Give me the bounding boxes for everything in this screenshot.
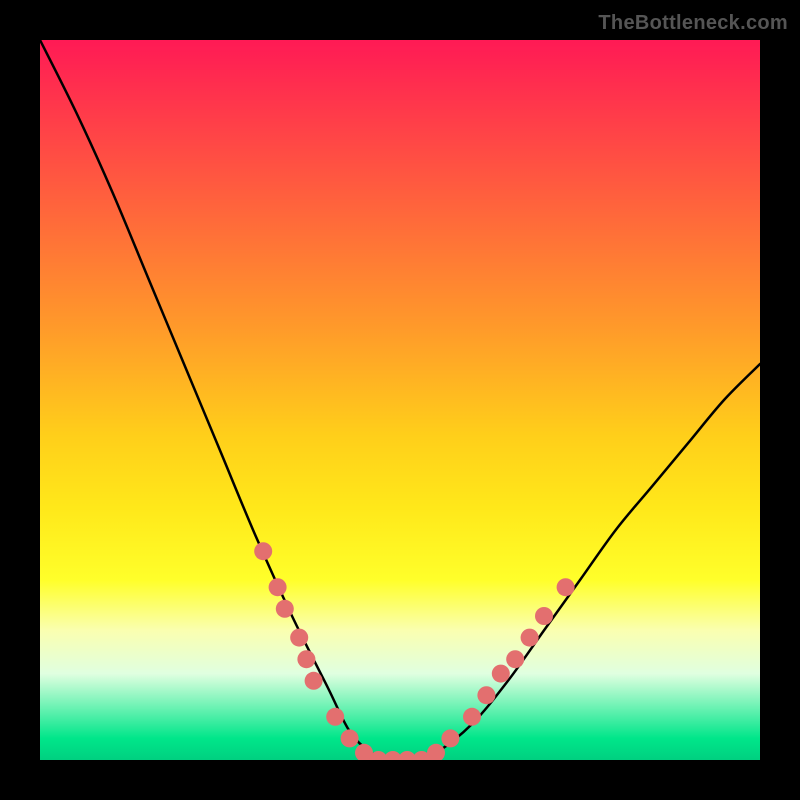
highlight-point [355, 744, 373, 760]
highlight-point [384, 751, 402, 760]
chart-container: TheBottleneck.com [0, 0, 800, 800]
highlight-point [492, 665, 510, 683]
highlight-point [254, 542, 272, 560]
highlight-point [297, 650, 315, 668]
highlight-point [369, 751, 387, 760]
highlight-point [398, 751, 416, 760]
highlight-point [413, 751, 431, 760]
highlight-point [326, 708, 344, 726]
plot-area [40, 40, 760, 760]
highlight-point [557, 578, 575, 596]
watermark-text: TheBottleneck.com [598, 12, 788, 35]
highlight-point [427, 744, 445, 760]
highlight-point [269, 578, 287, 596]
bottleneck-curve-path [40, 40, 760, 760]
highlight-point [463, 708, 481, 726]
highlight-point [290, 629, 308, 647]
highlight-point [477, 686, 495, 704]
highlight-point [276, 600, 294, 618]
highlight-points-group [254, 542, 574, 760]
highlight-point [521, 629, 539, 647]
highlight-point [441, 729, 459, 747]
curve-path-group [40, 40, 760, 760]
highlight-point [535, 607, 553, 625]
highlight-point [506, 650, 524, 668]
curve-svg [40, 40, 760, 760]
highlight-point [305, 672, 323, 690]
highlight-point [341, 729, 359, 747]
